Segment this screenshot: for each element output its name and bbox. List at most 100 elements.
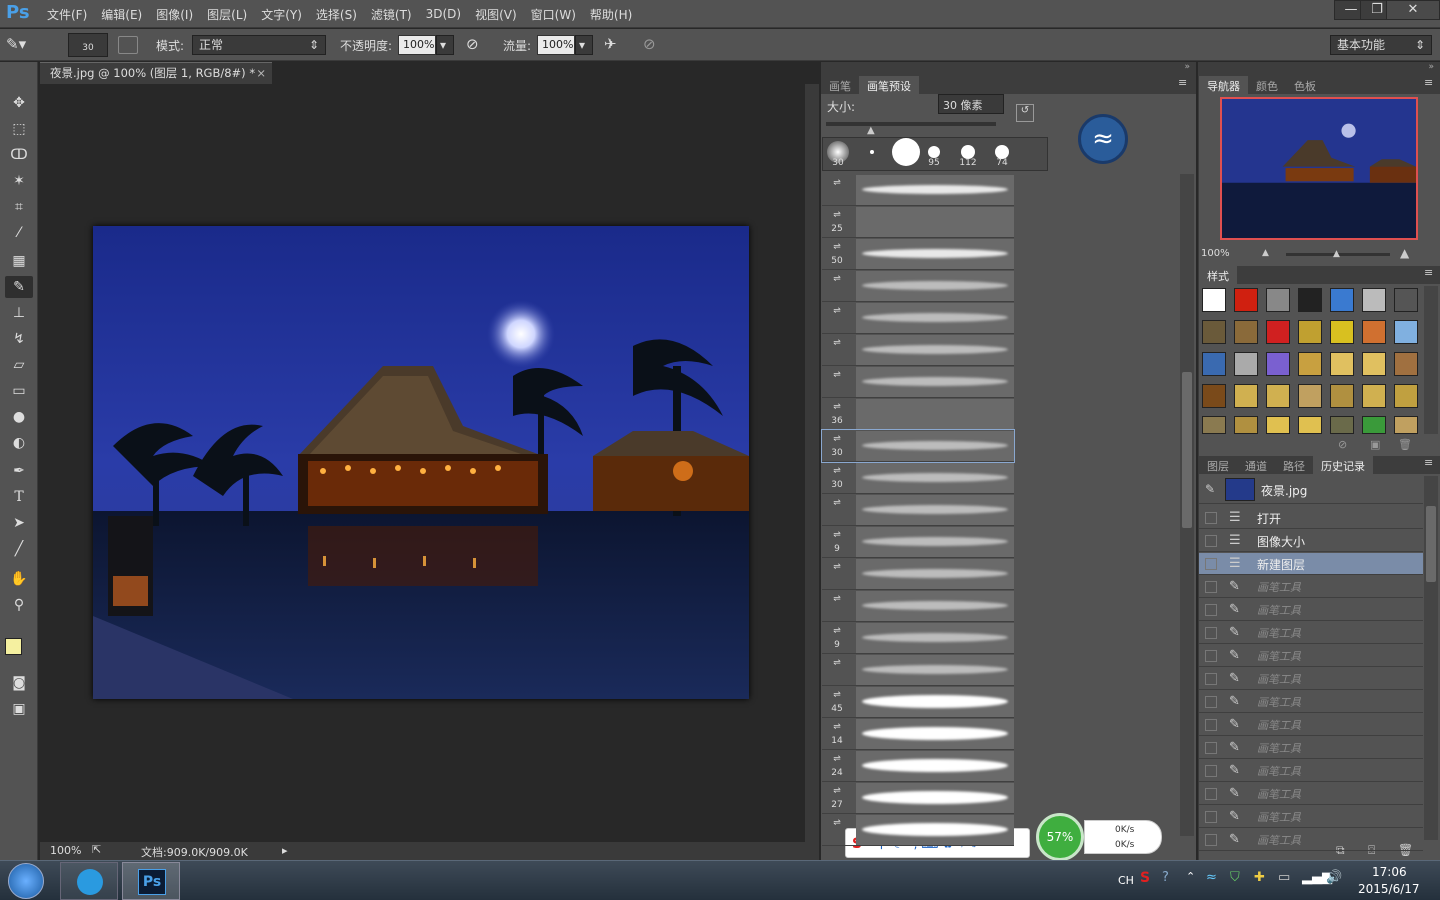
menu-item[interactable]: 文字(Y) xyxy=(254,6,309,23)
lasso-tool-icon[interactable]: ↀ xyxy=(5,144,33,166)
brush-preset-top[interactable]: 95 xyxy=(918,138,950,170)
device-tray-icon[interactable]: ▭ xyxy=(1278,870,1290,885)
brush-preset-row[interactable]: ⇌ xyxy=(822,334,1014,366)
menu-item[interactable]: 滤镜(T) xyxy=(364,6,419,23)
history-state[interactable]: ✎ 画笔工具 xyxy=(1199,806,1423,828)
history-menu-icon[interactable]: ≡ xyxy=(1424,456,1433,469)
memory-usage-widget[interactable]: 57% xyxy=(1036,813,1084,861)
history-state[interactable]: ☰ 新建图层 xyxy=(1199,553,1423,575)
close-document-icon[interactable]: × xyxy=(256,63,266,83)
crop-tool-icon[interactable]: ⌗ xyxy=(5,196,33,218)
style-swatch[interactable] xyxy=(1394,384,1418,408)
style-swatch[interactable] xyxy=(1298,352,1322,376)
history-source-checkbox[interactable] xyxy=(1205,512,1217,524)
menu-item[interactable]: 视图(V) xyxy=(468,6,524,23)
flow-input[interactable]: 100% xyxy=(537,35,575,55)
history-source-checkbox[interactable] xyxy=(1205,581,1217,593)
clone-stamp-tool-icon[interactable]: ⊥ xyxy=(5,302,33,324)
history-source-checkbox[interactable] xyxy=(1205,765,1217,777)
brush-preset-top[interactable]: 74 xyxy=(986,138,1018,170)
navigator-menu-icon[interactable]: ≡ xyxy=(1424,76,1433,89)
history-source-checkbox[interactable] xyxy=(1205,627,1217,639)
brush-preset-row[interactable]: ⇌ xyxy=(822,590,1014,622)
brush-panel-toggle-icon[interactable] xyxy=(118,36,138,54)
language-indicator[interactable]: CH xyxy=(1118,874,1134,887)
volume-tray-icon[interactable]: 🔊 xyxy=(1326,870,1342,885)
brush-preset-row[interactable]: ⇌ xyxy=(822,558,1014,590)
style-swatch[interactable] xyxy=(1362,384,1386,408)
zoom-tool-icon[interactable]: ⚲ xyxy=(5,594,33,616)
history-state[interactable]: ✎ 画笔工具 xyxy=(1199,737,1423,759)
style-swatch[interactable] xyxy=(1362,352,1386,376)
tab-history-2[interactable]: 路径 xyxy=(1275,456,1313,474)
brush-preset-row[interactable]: ⇌ 14 xyxy=(822,718,1014,750)
brush-list-scroll-thumb[interactable] xyxy=(1182,372,1192,528)
clear-style-icon[interactable]: ⊘ xyxy=(1338,438,1347,451)
history-state[interactable]: ✎ 画笔工具 xyxy=(1199,829,1423,851)
tab-history-0[interactable]: 图层 xyxy=(1199,456,1237,474)
brush-preset-row[interactable]: ⇌ 30 xyxy=(822,462,1014,494)
history-brush-source-icon[interactable]: ✎ xyxy=(1205,482,1215,496)
new-style-icon[interactable]: ▣ xyxy=(1370,438,1380,451)
taskbar-app-photoshop[interactable]: Ps xyxy=(122,862,180,900)
style-swatch[interactable] xyxy=(1202,416,1226,434)
style-swatch[interactable] xyxy=(1266,416,1290,434)
history-snapshot[interactable]: ✎ 夜景.jpg xyxy=(1199,476,1423,504)
navigator-zoom-value[interactable]: 100% xyxy=(1201,248,1230,259)
styles-menu-icon[interactable]: ≡ xyxy=(1424,266,1433,279)
style-swatch[interactable] xyxy=(1330,320,1354,344)
tray-expand-icon[interactable]: ⌃ xyxy=(1186,870,1195,883)
tab-navigator-2[interactable]: 色板 xyxy=(1286,76,1324,94)
dodge-tool-icon[interactable]: ◐ xyxy=(5,432,33,454)
sogou-tray-icon[interactable]: S xyxy=(1140,870,1150,886)
foreground-color-swatch[interactable] xyxy=(5,638,22,655)
brush-tool-icon[interactable]: ✎ xyxy=(5,276,33,298)
history-state[interactable]: ✎ 画笔工具 xyxy=(1199,622,1423,644)
brush-preset-row[interactable]: ⇌ 30 xyxy=(821,429,1015,463)
brush-preset-row[interactable]: ⇌ xyxy=(822,366,1014,398)
menu-item[interactable]: 窗口(W) xyxy=(524,6,583,23)
tab-navigator-0[interactable]: 导航器 xyxy=(1199,76,1248,94)
reset-brush-icon[interactable]: ↺ xyxy=(1016,104,1034,122)
brush-preset-top[interactable] xyxy=(856,138,888,170)
brush-size-picker[interactable]: 30 xyxy=(68,33,108,57)
spot-healing-tool-icon[interactable]: ▦ xyxy=(5,250,33,272)
wifi-widget-icon[interactable]: ≈ xyxy=(1078,114,1128,164)
brush-preset-row[interactable]: ⇌ 25 xyxy=(822,206,1014,238)
brush-preset-row[interactable]: ⇌ xyxy=(822,302,1014,334)
wifi-tray-icon[interactable]: ≈ xyxy=(1206,870,1217,885)
brush-preset-row[interactable]: ⇌ 24 xyxy=(822,750,1014,782)
zoom-in-icon[interactable]: ▲ xyxy=(1400,246,1409,260)
magic-wand-tool-icon[interactable]: ✶ xyxy=(5,170,33,192)
style-swatch[interactable] xyxy=(1394,288,1418,312)
style-swatch[interactable] xyxy=(1266,320,1290,344)
style-swatch[interactable] xyxy=(1202,384,1226,408)
style-swatch[interactable] xyxy=(1394,416,1418,434)
canvas-vertical-scrollbar[interactable] xyxy=(805,84,819,842)
line-tool-icon[interactable]: ╱ xyxy=(5,538,33,560)
navigator-preview[interactable] xyxy=(1220,97,1418,240)
pressure-size-icon[interactable]: ⊘ xyxy=(643,35,656,53)
history-state[interactable]: ✎ 画笔工具 xyxy=(1199,645,1423,667)
close-button[interactable]: ✕ xyxy=(1386,0,1440,20)
security-tray-icon[interactable]: ⛉ xyxy=(1230,870,1240,885)
pen-tool-icon[interactable]: ✒ xyxy=(5,460,33,482)
zoom-level[interactable]: 100% xyxy=(50,844,81,857)
history-state[interactable]: ✎ 画笔工具 xyxy=(1199,576,1423,598)
brush-panel-menu-icon[interactable]: ≡ xyxy=(1178,76,1187,89)
tab-brush-0[interactable]: 画笔 xyxy=(821,76,859,94)
clock-date[interactable]: 2015/6/17 xyxy=(1358,882,1420,896)
brush-tool-preset-icon[interactable]: ✎▾ xyxy=(6,35,46,55)
history-state[interactable]: ✎ 画笔工具 xyxy=(1199,691,1423,713)
status-menu-arrow-icon[interactable]: ▸ xyxy=(282,844,288,857)
style-swatch[interactable] xyxy=(1394,320,1418,344)
style-swatch[interactable] xyxy=(1266,384,1290,408)
history-source-checkbox[interactable] xyxy=(1205,604,1217,616)
brush-preset-top[interactable]: 112 xyxy=(952,138,984,170)
workspace-select[interactable]: 基本功能 ⇕ xyxy=(1330,35,1432,55)
history-source-checkbox[interactable] xyxy=(1205,696,1217,708)
delete-style-icon[interactable]: 🗑 xyxy=(1398,438,1412,451)
history-brush-tool-icon[interactable]: ↯ xyxy=(5,328,33,350)
export-icon[interactable]: ⇱ xyxy=(92,843,101,856)
style-swatch[interactable] xyxy=(1298,320,1322,344)
